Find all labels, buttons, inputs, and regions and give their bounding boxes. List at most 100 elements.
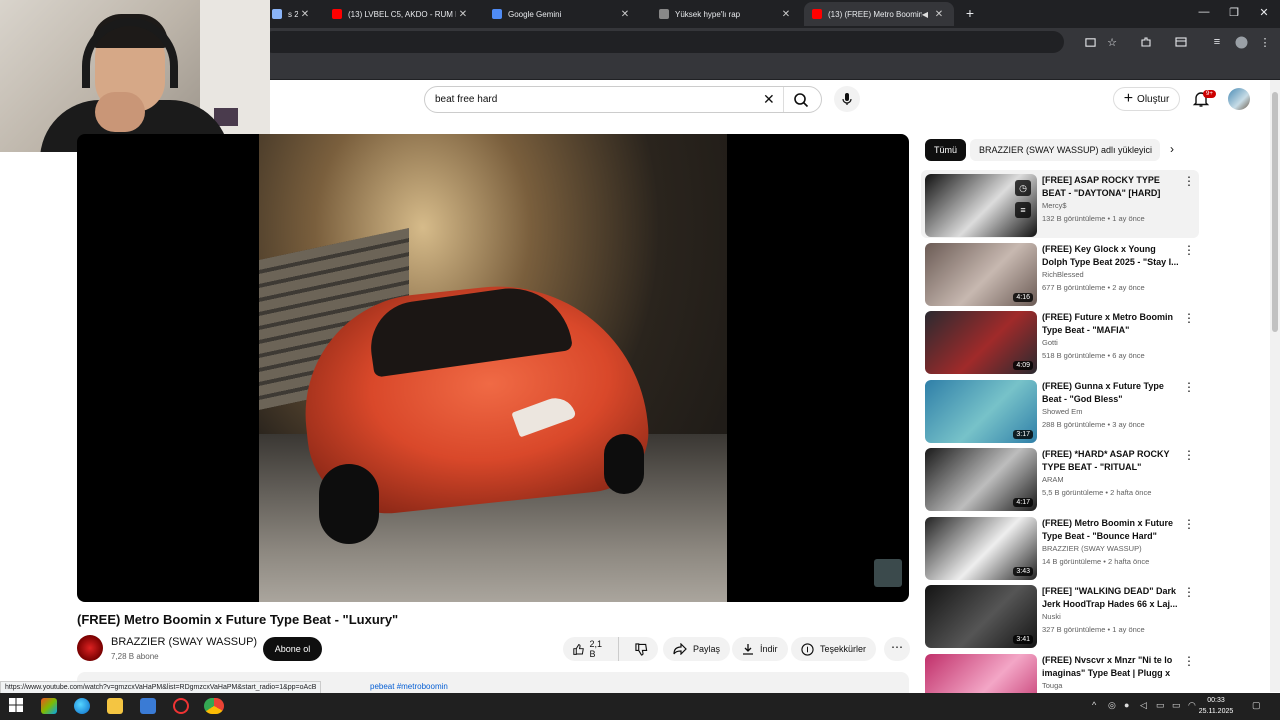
- download-button[interactable]: İndir: [732, 637, 788, 661]
- new-tab-button[interactable]: +: [962, 5, 978, 21]
- recommendation-thumbnail[interactable]: 4:17: [925, 448, 1037, 511]
- recommendation-thumbnail[interactable]: 4:16: [925, 242, 1037, 306]
- recommendation-menu-icon[interactable]: ⋮: [1183, 585, 1195, 599]
- recommendation-item[interactable]: 4:09 (FREE) Future x Metro Boomin Type Be…: [921, 307, 1199, 375]
- recommendation-title[interactable]: (FREE) Metro Boomin x Future Type Beat -…: [1042, 517, 1180, 543]
- channel-name[interactable]: BRAZZIER (SWAY WASSUP): [111, 636, 257, 648]
- dislike-button[interactable]: [625, 637, 658, 661]
- recommendation-menu-icon[interactable]: ⋮: [1183, 654, 1195, 668]
- recommendation-title[interactable]: (FREE) Nvscvr x Mnzr "Ni te lo imaginas"…: [1042, 654, 1180, 680]
- browser-tab[interactable]: (13) (FREE) Metro Boomin x ◀ ✕: [804, 2, 954, 26]
- tray-chevron-icon[interactable]: ^: [1092, 700, 1096, 710]
- recommendation-title[interactable]: [FREE] ASAP ROCKY TYPE BEAT - "DAYTONA" …: [1042, 174, 1180, 200]
- search-input[interactable]: beat free hard ✕: [424, 86, 822, 113]
- browser-menu-icon[interactable]: ⋮: [1256, 33, 1274, 51]
- window-close-button[interactable]: ✕: [1254, 6, 1274, 19]
- browser-tab[interactable]: s 2. Bölü✕: [264, 2, 320, 26]
- notification-center-icon[interactable]: ▢: [1252, 700, 1261, 711]
- windows-start-icon[interactable]: [9, 698, 25, 714]
- omnibox[interactable]: [262, 31, 1064, 53]
- recommendation-item[interactable]: ◷ ≡ [FREE] ASAP ROCKY TYPE BEAT - "DAYTONA…: [921, 170, 1199, 238]
- recommendation-title[interactable]: (FREE) Gunna x Future Type Beat - "God B…: [1042, 380, 1180, 406]
- store-icon[interactable]: [140, 698, 156, 714]
- tab-close-icon[interactable]: ✕: [932, 9, 946, 20]
- recommendation-title[interactable]: (FREE) Key Glock x Young Dolph Type Beat…: [1042, 243, 1180, 269]
- like-button[interactable]: 2,1 B: [563, 637, 619, 661]
- file-explorer-icon[interactable]: [107, 698, 123, 714]
- scrollbar-thumb[interactable]: [1272, 92, 1278, 332]
- video-player[interactable]: [77, 134, 909, 602]
- recommendation-menu-icon[interactable]: ⋮: [1183, 517, 1195, 531]
- tray-volume-icon[interactable]: ◁: [1140, 700, 1147, 711]
- channel-avatar[interactable]: [77, 635, 103, 661]
- recommendation-item[interactable]: 3:43 (FREE) Metro Boomin x Future Type Be…: [921, 513, 1199, 581]
- edge-icon[interactable]: [74, 698, 90, 714]
- reading-list-icon[interactable]: ≡: [1208, 33, 1226, 51]
- chevron-right-icon[interactable]: ›: [1170, 142, 1174, 156]
- more-actions-button[interactable]: ⋯: [884, 637, 910, 661]
- tab-title: (13) (FREE) Metro Boomin x: [828, 9, 922, 19]
- recommendation-item[interactable]: 4:17 (FREE) *HARD* ASAP ROCKY TYPE BEAT -…: [921, 444, 1199, 512]
- recommendation-item[interactable]: 3:41 [FREE] "WALKING DEAD" Dark Jerk Hood…: [921, 581, 1199, 649]
- recommendation-thumbnail[interactable]: 3:43: [925, 516, 1037, 580]
- tray-mic-icon[interactable]: ●: [1124, 700, 1129, 710]
- tray-battery-icon[interactable]: ▭: [1172, 700, 1181, 711]
- chip-all[interactable]: Tümü: [925, 139, 967, 161]
- obs-icon[interactable]: [173, 698, 189, 714]
- tray-display-icon[interactable]: ▭: [1156, 700, 1165, 711]
- clear-search-icon[interactable]: ✕: [763, 91, 775, 108]
- minimize-button[interactable]: —: [1194, 6, 1214, 18]
- subscribe-button[interactable]: Abone ol: [263, 637, 322, 661]
- browser-tab[interactable]: Yüksek hype'lı rap ✕: [651, 2, 801, 26]
- tab-title: Google Gemini: [508, 9, 562, 19]
- account-avatar[interactable]: [1228, 88, 1250, 110]
- tab-title: Yüksek hype'lı rap: [675, 9, 741, 19]
- description-tags[interactable]: pebeat #metroboomin: [370, 682, 448, 691]
- tray-network-icon[interactable]: ◎: [1108, 700, 1116, 711]
- browser-tab[interactable]: Google Gemini ✕: [484, 2, 640, 26]
- extensions-icon[interactable]: [1137, 33, 1155, 51]
- recommendation-channel: Nuski: [1042, 612, 1061, 621]
- chip-uploader[interactable]: BRAZZIER (SWAY WASSUP) adlı yükleyici: [970, 139, 1160, 161]
- create-button[interactable]: + Oluştur: [1113, 87, 1180, 111]
- copilot-icon[interactable]: [41, 698, 57, 714]
- recommendation-thumbnail[interactable]: ◷ ≡: [925, 174, 1037, 237]
- recommendation-menu-icon[interactable]: ⋮: [1183, 174, 1195, 188]
- cast-icon[interactable]: [1081, 33, 1099, 51]
- tab-audio-icon[interactable]: ◀: [922, 10, 928, 19]
- recommendation-menu-icon[interactable]: ⋮: [1183, 243, 1195, 257]
- recommendation-title[interactable]: (FREE) *HARD* ASAP ROCKY TYPE BEAT - "RI…: [1042, 448, 1180, 474]
- search-query[interactable]: beat free hard: [435, 94, 497, 105]
- tab-close-icon[interactable]: ✕: [298, 9, 312, 20]
- recommendation-item[interactable]: 3:17 (FREE) Gunna x Future Type Beat - "G…: [921, 376, 1199, 444]
- thanks-button[interactable]: Teşekkürler: [791, 637, 877, 661]
- mini-thumbnail-icon[interactable]: [874, 559, 902, 587]
- chrome-icon[interactable]: [204, 698, 224, 714]
- tray-wifi-icon[interactable]: ◠: [1188, 700, 1196, 711]
- add-to-queue-icon[interactable]: ≡: [1015, 202, 1031, 218]
- recommendation-item[interactable]: (FREE) Nvscvr x Mnzr "Ni te lo imaginas"…: [921, 650, 1199, 717]
- watch-later-icon[interactable]: ◷: [1015, 180, 1031, 196]
- recommendation-menu-icon[interactable]: ⋮: [1183, 311, 1195, 325]
- recommendation-thumbnail[interactable]: 3:41: [925, 585, 1037, 648]
- browser-tab[interactable]: (13) LVBEL C5, AKDO - RUM RU ✕: [324, 2, 478, 26]
- profile-icon[interactable]: [1232, 33, 1250, 51]
- share-button[interactable]: Paylaş: [663, 637, 731, 661]
- recommendation-thumbnail[interactable]: 3:17: [925, 379, 1037, 443]
- windows-taskbar: [0, 693, 1280, 720]
- recommendation-title[interactable]: [FREE] "WALKING DEAD" Dark Jerk HoodTrap…: [1042, 585, 1180, 611]
- recommendation-title[interactable]: (FREE) Future x Metro Boomin Type Beat -…: [1042, 311, 1180, 337]
- bookmark-star-icon[interactable]: ☆: [1103, 33, 1121, 51]
- search-icon[interactable]: [793, 92, 811, 108]
- restore-button[interactable]: ❐: [1224, 6, 1244, 19]
- recommendation-menu-icon[interactable]: ⋮: [1183, 380, 1195, 394]
- recommendation-thumbnail[interactable]: 4:09: [925, 311, 1037, 374]
- tab-close-icon[interactable]: ✕: [618, 9, 632, 20]
- tab-close-icon[interactable]: ✕: [456, 9, 470, 20]
- tab-close-icon[interactable]: ✕: [779, 9, 793, 20]
- media-control-icon[interactable]: [1172, 33, 1190, 51]
- recommendation-item[interactable]: 4:16 (FREE) Key Glock x Young Dolph Type …: [921, 239, 1199, 307]
- recommendation-menu-icon[interactable]: ⋮: [1183, 448, 1195, 462]
- voice-search-mic-icon[interactable]: [834, 86, 860, 112]
- taskbar-clock[interactable]: 00:33 25.11.2025: [1196, 695, 1236, 717]
